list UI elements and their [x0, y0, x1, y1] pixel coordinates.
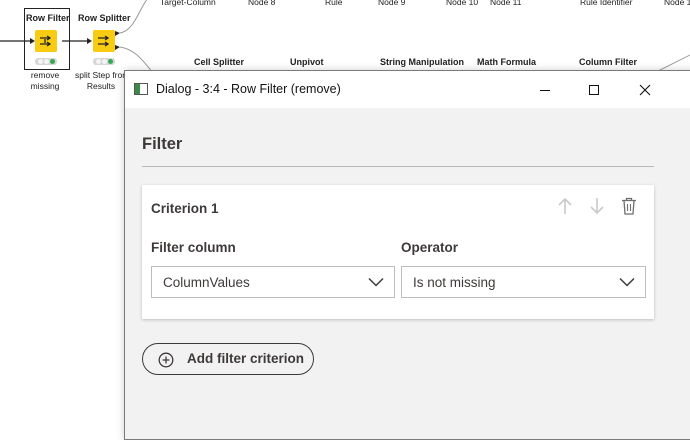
minimize-icon: [540, 89, 550, 91]
row-splitter-status: [93, 58, 115, 65]
app-window-icon: [134, 83, 148, 95]
close-button[interactable]: [622, 71, 668, 108]
node-label-cell-splitter: Cell Splitter: [194, 57, 245, 67]
arrow-down-icon: [590, 198, 604, 215]
node-label-math-formula: Math Formula: [477, 57, 537, 67]
close-icon: [639, 84, 651, 95]
filter-column-value: ColumnValues: [163, 275, 250, 290]
chevron-down-icon: [619, 277, 635, 287]
node-name-node-12: Node 12: [664, 0, 690, 7]
delete-criterion-button[interactable]: [619, 195, 639, 217]
section-title: Filter: [142, 135, 183, 153]
filter-column-label: Filter column: [151, 240, 236, 255]
row-filter-dialog: Dialog - 3:4 - Row Filter (remove) Filte…: [124, 70, 690, 440]
node-name-rule: Rule: [325, 0, 343, 7]
row-filter-node[interactable]: [35, 30, 57, 52]
move-down-button[interactable]: [587, 195, 607, 217]
add-filter-criterion-label: Add filter criterion: [187, 351, 305, 366]
node-name-node-8: Node 8: [248, 0, 276, 7]
node-desc-row-splitter: split Step from Results: [75, 70, 130, 91]
node-name-node-11: Node 11: [490, 0, 522, 7]
operator-label: Operator: [401, 240, 459, 255]
node-name-target-column: Target-Column: [160, 0, 216, 7]
node-name-node-9: Node 9: [378, 0, 406, 7]
criterion-card: Criterion 1 Filter column ColumnValues O…: [142, 185, 654, 319]
move-up-button[interactable]: [555, 195, 575, 217]
criterion-title: Criterion 1: [151, 201, 219, 216]
dialog-titlebar[interactable]: Dialog - 3:4 - Row Filter (remove): [125, 71, 690, 108]
node-name-rule-identifier: Rule Identifier: [580, 0, 633, 7]
add-filter-criterion-button[interactable]: Add filter criterion: [142, 343, 314, 375]
row-splitter-node[interactable]: [93, 30, 115, 52]
operator-value: Is not missing: [413, 275, 496, 290]
plus-circle-icon: [158, 352, 174, 368]
node-label-column-filter: Column Filter: [579, 57, 637, 67]
maximize-icon: [589, 84, 599, 95]
section-divider: [142, 166, 654, 167]
arrow-up-icon: [558, 197, 572, 214]
row-filter-status: [35, 58, 57, 65]
chevron-down-icon: [368, 277, 384, 287]
filter-arrows-icon: [40, 35, 52, 47]
dialog-title: Dialog - 3:4 - Row Filter (remove): [156, 82, 341, 96]
filter-column-select[interactable]: ColumnValues: [151, 266, 395, 298]
split-arrows-icon: [98, 35, 110, 47]
maximize-button[interactable]: [571, 71, 617, 108]
node-label-unpivot: Unpivot: [290, 57, 324, 67]
dialog-content: Filter Criterion 1 Filter column ColumnV…: [125, 108, 690, 439]
operator-select[interactable]: Is not missing: [401, 266, 646, 298]
minimize-button[interactable]: [522, 71, 568, 108]
node-desc-row-filter: remove missing: [30, 70, 60, 91]
node-label-string-manipulation: String Manipulation: [380, 57, 464, 67]
trash-icon: [622, 197, 636, 215]
node-name-node-10: Node 10: [446, 0, 479, 7]
node-label-row-filter: Row Filter: [26, 13, 70, 23]
node-label-row-splitter: Row Splitter: [78, 13, 131, 23]
